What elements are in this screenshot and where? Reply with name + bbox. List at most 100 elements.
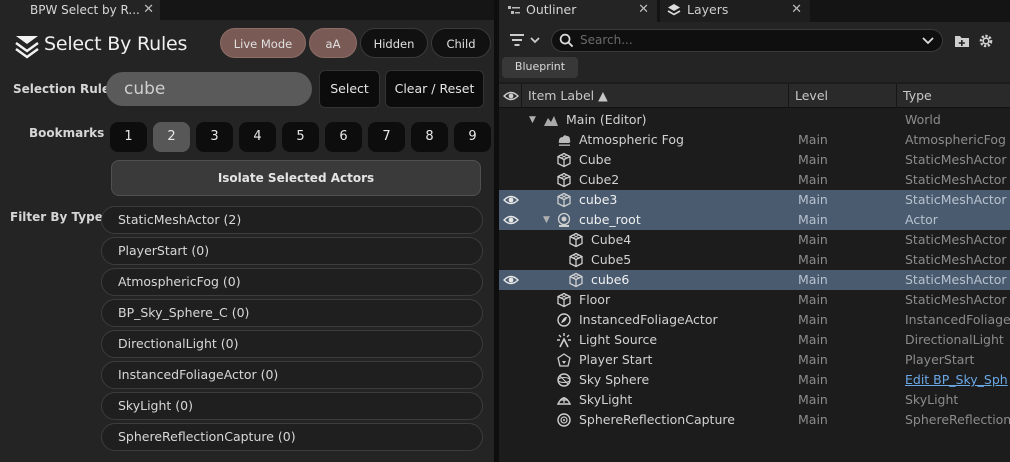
add-folder-icon[interactable]	[954, 33, 970, 49]
outliner-row[interactable]: InstancedFoliageActor Main InstancedFoliag…	[499, 310, 1010, 330]
bookmarks-label: Bookmarks	[29, 126, 105, 140]
outliner-row[interactable]: Player Start Main PlayerStart	[499, 350, 1010, 370]
type-filter-directionallight[interactable]: DirectionalLight (0)	[101, 330, 483, 358]
outliner-row[interactable]: SphereReflectionCapture Main SphereReflect…	[499, 410, 1010, 430]
bookmark-5-button[interactable]: 5	[282, 122, 319, 152]
row-label: cube_root	[579, 212, 641, 227]
bookmark-3-button[interactable]: 3	[196, 122, 233, 152]
mesh-icon	[569, 232, 583, 248]
type-filter-playerstart[interactable]: PlayerStart (0)	[101, 237, 483, 265]
gear-icon[interactable]	[978, 33, 994, 49]
bookmark-9-button[interactable]: 9	[454, 122, 491, 152]
outliner-row[interactable]: Floor Main StaticMeshActor	[499, 290, 1010, 310]
tab-outliner-close-icon[interactable]: ✕	[638, 0, 649, 20]
row-level: Main	[798, 212, 828, 227]
column-item-label[interactable]: Item Label ▲	[521, 84, 788, 108]
panel-title: Select By Rules	[44, 33, 188, 55]
expand-arrow-icon[interactable]: ▼	[529, 110, 536, 130]
select-by-rules-logo-icon	[15, 36, 39, 59]
row-level: Main	[798, 252, 828, 267]
type-filter-spherereflectioncapture[interactable]: SphereReflectionCapture (0)	[101, 423, 483, 451]
selection-rule-input[interactable]	[106, 72, 312, 106]
row-type: Actor	[905, 212, 938, 227]
row-level: Main	[798, 232, 828, 247]
outliner-row[interactable]: ▼ cube_root Main Actor	[499, 210, 1010, 230]
child-toggle[interactable]: Child	[431, 28, 491, 58]
row-label: Light Source	[579, 332, 658, 347]
outliner-row[interactable]: Light Source Main DirectionalLight	[499, 330, 1010, 350]
row-level: Main	[798, 332, 828, 347]
row-type: StaticMeshActor	[905, 172, 1007, 187]
type-filter-bp-sky-sphere[interactable]: BP_Sky_Sphere_C (0)	[101, 299, 483, 327]
type-filter-skylight[interactable]: SkyLight (0)	[101, 392, 483, 420]
row-label: Sky Sphere	[579, 372, 650, 387]
type-filter-staticmeshactor[interactable]: StaticMeshActor (2)	[101, 206, 483, 234]
blueprint-filter-button[interactable]: Blueprint	[502, 57, 578, 78]
tab-layers[interactable]: Layers ✕	[660, 0, 810, 22]
row-label: Player Start	[579, 352, 653, 367]
row-type: StaticMeshActor	[905, 192, 1007, 207]
reflection-icon	[557, 413, 571, 427]
row-label: Floor	[579, 292, 611, 307]
expand-arrow-icon[interactable]: ▼	[543, 210, 550, 230]
row-level: Main	[798, 372, 828, 387]
row-type: SkyLight	[905, 392, 959, 407]
column-level[interactable]: Level	[788, 84, 896, 108]
outliner-row[interactable]: ▼ Main (Editor) World	[499, 110, 1010, 130]
clear-reset-button[interactable]: Clear / Reset	[385, 70, 484, 108]
visibility-eye-icon[interactable]	[503, 213, 519, 227]
tab-close-icon[interactable]: ✕	[143, 0, 154, 20]
row-label: cube6	[591, 272, 630, 287]
visibility-eye-icon[interactable]	[503, 273, 519, 287]
bookmark-1-button[interactable]: 1	[110, 122, 147, 152]
hidden-toggle[interactable]: Hidden	[360, 28, 428, 58]
outliner-row[interactable]: Cube4 Main StaticMeshActor	[499, 230, 1010, 250]
type-filter-instancedfoliageactor[interactable]: InstancedFoliageActor (0)	[101, 361, 483, 389]
row-label: Cube4	[591, 232, 632, 247]
row-label: InstancedFoliageActor	[579, 312, 718, 327]
row-type: StaticMeshActor	[905, 292, 1007, 307]
tab-outliner[interactable]: Outliner ✕	[499, 0, 657, 22]
column-type[interactable]: Type	[896, 84, 1010, 108]
row-level: Main	[798, 352, 828, 367]
outliner-tab-bar: Outliner ✕ Layers ✕	[499, 0, 1010, 22]
filter-icon[interactable]	[509, 33, 545, 49]
outliner-row[interactable]: Cube Main StaticMeshActor	[499, 150, 1010, 170]
outliner-column-header: Item Label ▲ Level Type	[499, 84, 1010, 108]
isolate-selected-actors-button[interactable]: Isolate Selected Actors	[111, 160, 481, 196]
outliner-row[interactable]: Sky Sphere Main Edit BP_Sky_Sph	[499, 370, 1010, 390]
outliner-search-box[interactable]: Search...	[551, 29, 943, 52]
outliner-row[interactable]: Cube5 Main StaticMeshActor	[499, 250, 1010, 270]
outliner-row[interactable]: Cube2 Main StaticMeshActor	[499, 170, 1010, 190]
select-button[interactable]: Select	[319, 70, 380, 108]
outliner-row[interactable]: cube6 Main StaticMeshActor	[499, 270, 1010, 290]
type-filter-atmosphericfog[interactable]: AtmosphericFog (0)	[101, 268, 483, 296]
visibility-eye-icon[interactable]	[503, 193, 519, 207]
row-label: Main (Editor)	[566, 112, 647, 127]
row-type: InstancedFoliage	[905, 312, 1010, 327]
bookmark-8-button[interactable]: 8	[411, 122, 448, 152]
row-level: Main	[798, 312, 828, 327]
bookmark-4-button[interactable]: 4	[239, 122, 276, 152]
tab-layers-close-icon[interactable]: ✕	[791, 0, 802, 20]
row-type: StaticMeshActor	[905, 252, 1007, 267]
visibility-header-icon[interactable]	[503, 90, 519, 102]
live-mode-toggle[interactable]: Live Mode	[220, 28, 306, 58]
bookmark-6-button[interactable]: 6	[325, 122, 362, 152]
tab-title: BPW Select by R...	[30, 3, 140, 17]
row-type: StaticMeshActor	[905, 232, 1007, 247]
select-by-rules-panel: BPW Select by R... ✕ Select By Rules Liv…	[0, 0, 494, 462]
outliner-row[interactable]: Atmospheric Fog Main AtmosphericFog	[499, 130, 1010, 150]
mesh-icon	[557, 172, 571, 188]
tab-bpw-select-by-rules[interactable]: BPW Select by R... ✕	[0, 0, 160, 20]
search-icon	[559, 33, 574, 48]
row-label: Cube2	[579, 172, 620, 187]
chevron-down-icon[interactable]	[922, 35, 934, 47]
edit-blueprint-link[interactable]: Edit BP_Sky_Sph	[905, 370, 1010, 390]
bookmark-2-button[interactable]: 2	[153, 122, 190, 152]
match-case-toggle[interactable]: aA	[309, 28, 357, 58]
outliner-row[interactable]: SkyLight Main SkyLight	[499, 390, 1010, 410]
bookmark-7-button[interactable]: 7	[368, 122, 405, 152]
outliner-row[interactable]: cube3 Main StaticMeshActor	[499, 190, 1010, 210]
row-type: SphereReflection	[905, 412, 1010, 427]
